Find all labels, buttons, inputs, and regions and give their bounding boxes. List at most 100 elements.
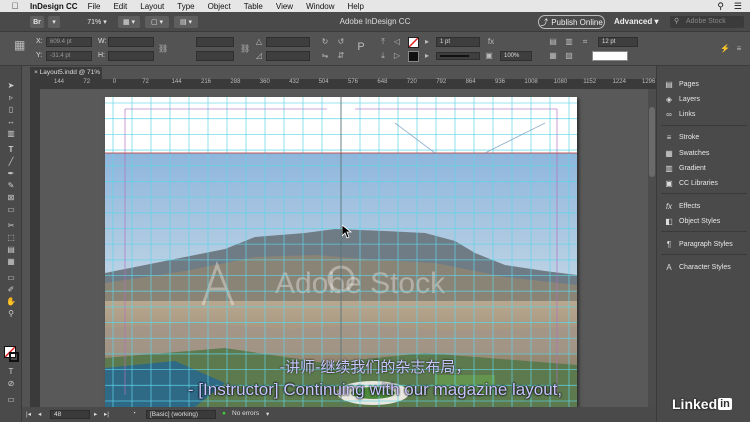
stock-icon[interactable]: ▾ [48,16,60,28]
h-field[interactable] [108,51,154,61]
screen-mode-icon[interactable]: ▢ ▾ [145,16,169,28]
gradient-feather-tool-icon[interactable]: ▦ [4,256,18,267]
select-container-icon[interactable]: ⤒ [378,37,388,47]
scale-y-field[interactable] [196,51,234,61]
close-tab-icon[interactable]: × [34,69,38,76]
text-wrap-icon[interactable]: ⌗ [580,37,590,47]
flip-horizontal-icon[interactable]: ⇋ [320,51,330,61]
panel-layers[interactable]: ◈ Layers [657,93,750,105]
stroke-color-icon[interactable] [9,352,19,362]
panel-character-styles[interactable]: A Character Styles [657,261,750,273]
fitting-icon[interactable]: ▦ [548,51,558,61]
panel-cc-libraries[interactable]: ▣ CC Libraries [657,177,750,189]
w-field[interactable] [108,37,154,47]
content-fit-icon[interactable]: ▧ [564,51,574,61]
screen-mode-tool-icon[interactable]: ▭ [4,394,18,405]
app-menu[interactable]: InDesign CC [30,2,78,11]
gutter-field[interactable]: 12 pt [598,37,638,47]
select-content-icon[interactable]: ⤓ [378,51,388,61]
adobe-stock-search[interactable]: ⚲ Adobe Stock [670,16,744,28]
type-tool-icon[interactable]: T [4,144,18,155]
spotlight-search-icon[interactable]: ⚲ [717,1,724,12]
select-next-icon[interactable]: ▷ [392,51,402,61]
preflight-profile-icon[interactable]: ◔ [132,410,136,417]
pasteboard[interactable]: Adobe Stock [40,89,656,407]
view-options-icon[interactable]: ▦ ▾ [118,16,140,28]
menu-view[interactable]: View [276,2,293,11]
bridge-icon[interactable]: Br [30,16,44,28]
publish-online-button[interactable]: ⤴ Publish Online [538,15,605,29]
fill-swatch[interactable] [408,37,419,48]
page-number-field[interactable]: 48 [50,410,90,419]
direct-selection-tool-icon[interactable]: ▹ [4,92,18,103]
panel-stroke[interactable]: ≡ Stroke [657,131,750,143]
vertical-ruler[interactable] [30,89,40,407]
align-left-icon[interactable]: ▤ [548,37,558,47]
zoom-tool-icon[interactable]: ⚲ [4,308,18,319]
flip-vertical-icon[interactable]: ⇵ [336,51,346,61]
constrain-proportions-icon[interactable]: ⛓ [158,44,168,54]
panel-swatches[interactable]: ▦ Swatches [657,147,750,159]
apple-icon[interactable]:  [8,1,22,11]
panel-links[interactable]: ∞ Links [657,108,750,120]
panel-paragraph-styles[interactable]: ¶ Paragraph Styles [657,238,750,250]
note-tool-icon[interactable]: ▭ [4,272,18,283]
x-field[interactable]: 609.4 pt [46,37,92,47]
panel-object-styles[interactable]: ◧ Object Styles [657,215,750,227]
y-field[interactable]: -31.4 pt [46,51,92,61]
menu-help[interactable]: Help [348,2,364,11]
document-page[interactable]: Adobe Stock [105,97,577,407]
pen-tool-icon[interactable]: ✒ [4,168,18,179]
scissors-tool-icon[interactable]: ✂ [4,220,18,231]
constrain-scale-icon[interactable]: ⛓ [240,44,250,54]
stroke-type-field[interactable] [436,52,480,60]
scroll-thumb[interactable] [649,107,655,177]
select-previous-icon[interactable]: ◁ [392,37,402,47]
page-tool-icon[interactable]: ▯ [4,104,18,115]
free-transform-tool-icon[interactable]: ⬚ [4,232,18,243]
rotate-ccw-icon[interactable]: ↺ [336,37,346,47]
last-page-icon[interactable]: ▸| [104,410,109,418]
apply-none-icon[interactable]: ⊘ [4,378,18,389]
reference-point-icon[interactable]: ▦ [14,39,25,51]
content-collector-icon[interactable]: ▥ [4,128,18,139]
vertical-scrollbar[interactable] [648,89,656,407]
horizontal-ruler[interactable]: 144 72 0 72 144 216 288 360 432 504 576 648 720 792 86… [30,79,656,89]
panel-effects[interactable]: fx Effects [657,200,750,212]
menu-object[interactable]: Object [208,2,231,11]
panel-gradient[interactable]: ▥ Gradient [657,162,750,174]
stroke-swatch[interactable] [408,51,419,62]
gap-tool-icon[interactable]: ↔ [4,116,18,127]
opacity-field[interactable]: 100% [500,51,532,61]
scale-x-field[interactable] [196,37,234,47]
arrange-documents-icon[interactable]: ▤ ▾ [174,16,198,28]
preflight-profile-field[interactable]: [Basic] (working) [146,410,216,419]
menu-type[interactable]: Type [177,2,194,11]
document-tab[interactable]: × Layout5.indd @ 71% [30,67,102,79]
hand-tool-icon[interactable]: ✋ [4,296,18,307]
rotation-field[interactable] [266,37,310,47]
lightning-icon[interactable]: ⚡ [720,44,730,54]
panel-menu-icon[interactable]: ≡ [734,44,744,54]
align-center-icon[interactable]: ▥ [564,37,574,47]
selection-tool-icon[interactable]: ➤ [4,80,18,91]
object-style-field[interactable] [592,51,628,61]
stroke-dropdown-icon[interactable]: ▸ [422,51,432,61]
menu-window[interactable]: Window [306,2,334,11]
shear-field[interactable] [266,51,310,61]
stroke-weight-field[interactable]: 1 pt [436,37,480,47]
menu-edit[interactable]: Edit [113,2,127,11]
pencil-tool-icon[interactable]: ✎ [4,180,18,191]
fill-dropdown-icon[interactable]: ▸ [422,37,432,47]
previous-page-icon[interactable]: ◂ [38,410,41,418]
first-page-icon[interactable]: |◂ [26,410,31,418]
drop-shadow-icon[interactable]: ▣ [484,51,494,61]
rectangle-frame-tool-icon[interactable]: ⊠ [4,192,18,203]
fx-icon[interactable]: fx [486,37,496,47]
next-page-icon[interactable]: ▸ [94,410,97,418]
rotate-cw-icon[interactable]: ↻ [320,37,330,47]
rectangle-tool-icon[interactable]: ▭ [4,204,18,215]
direction-p-icon[interactable]: P [356,42,366,53]
workspace-switcher[interactable]: Advanced ▾ [614,17,658,26]
gradient-swatch-tool-icon[interactable]: ▤ [4,244,18,255]
